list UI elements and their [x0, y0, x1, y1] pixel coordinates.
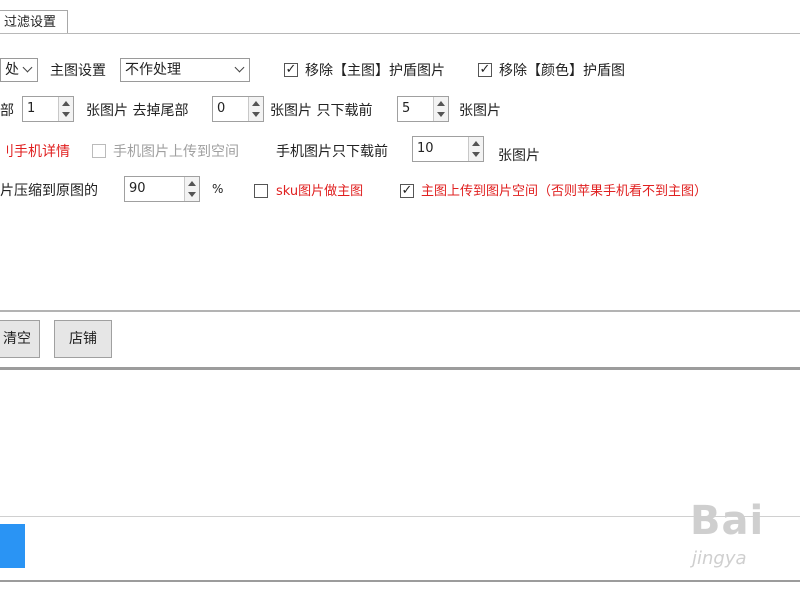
upload-main-checkbox[interactable]: ✓: [400, 184, 414, 198]
arrow-down-icon: [62, 112, 70, 117]
skip-tail-stepper[interactable]: 0: [212, 96, 264, 122]
download-limit-label: 张图片 只下载前: [270, 103, 373, 119]
mobile-upload-checkbox[interactable]: [92, 144, 106, 158]
mobile-limit-suffix: 张图片: [498, 148, 540, 164]
arrow-down-icon: [252, 112, 260, 117]
watermark-sub: jingya: [692, 548, 747, 569]
stepper-buttons[interactable]: [248, 97, 263, 121]
arrow-down-icon: [472, 152, 480, 157]
remove-color-shield-checkbox[interactable]: ✓: [478, 63, 492, 77]
compress-stepper[interactable]: 90: [124, 176, 200, 202]
check-icon: ✓: [479, 62, 491, 77]
remove-main-shield-checkbox[interactable]: ✓: [284, 63, 298, 77]
section-divider: [0, 367, 800, 370]
mobile-limit-value: 10: [417, 141, 434, 156]
mode-select-value: 处: [5, 62, 19, 78]
download-limit-stepper[interactable]: 5: [397, 96, 449, 122]
skip-tail-label: 张图片 去掉尾部: [86, 103, 189, 119]
mode-select[interactable]: 处: [0, 58, 38, 82]
download-limit-suffix: 张图片: [459, 103, 501, 119]
tab-panel-border: [0, 33, 800, 34]
tab-filter-settings[interactable]: 过滤设置: [0, 10, 68, 34]
chevron-down-icon: [234, 62, 245, 73]
main-setting-select-value: 不作处理: [125, 62, 181, 78]
stepper-buttons[interactable]: [58, 97, 73, 121]
skip-tail-value: 0: [217, 101, 226, 116]
progress-indicator: [0, 524, 25, 568]
skip-head-stepper[interactable]: 1: [22, 96, 74, 122]
bottom-border: [0, 580, 800, 582]
main-setting-select[interactable]: 不作处理: [120, 58, 250, 82]
arrow-up-icon: [437, 101, 445, 106]
main-setting-label: 主图设置: [50, 63, 106, 79]
stepper-buttons[interactable]: [468, 137, 483, 161]
shop-button[interactable]: 店铺: [54, 320, 112, 358]
compress-value: 90: [129, 181, 146, 196]
baidu-watermark: Bai jingya: [690, 490, 800, 580]
sku-main-label: sku图片做主图: [276, 184, 364, 199]
arrow-up-icon: [472, 141, 480, 146]
arrow-up-icon: [62, 101, 70, 106]
clear-button[interactable]: 清空: [0, 320, 40, 358]
mobile-limit-label: 手机图片只下载前: [276, 144, 388, 160]
remove-main-shield-label: 移除【主图】护盾图片: [305, 63, 445, 79]
remove-color-shield-label: 移除【颜色】护盾图: [499, 63, 625, 79]
check-icon: ✓: [401, 183, 413, 198]
output-area-border: [0, 516, 800, 517]
arrow-down-icon: [437, 112, 445, 117]
mobile-upload-label: 手机图片上传到空间: [113, 144, 239, 160]
stepper-buttons[interactable]: [184, 177, 199, 201]
mobile-detail-label: 刂手机详情: [0, 144, 70, 160]
check-icon: ✓: [285, 62, 297, 77]
watermark-brand: Bai: [690, 498, 765, 544]
download-limit-value: 5: [402, 101, 411, 116]
upload-main-label: 主图上传到图片空间（否则苹果手机看不到主图）: [421, 184, 708, 199]
chevron-down-icon: [22, 62, 33, 73]
section-divider: [0, 310, 800, 312]
compress-label: 片压缩到原图的: [0, 183, 98, 199]
arrow-down-icon: [188, 192, 196, 197]
skip-head-value: 1: [27, 101, 36, 116]
skip-head-label: 部: [0, 103, 14, 119]
stepper-buttons[interactable]: [433, 97, 448, 121]
mobile-limit-stepper[interactable]: 10: [412, 136, 484, 162]
arrow-up-icon: [252, 101, 260, 106]
sku-main-checkbox[interactable]: [254, 184, 268, 198]
compress-unit: %: [212, 182, 224, 196]
arrow-up-icon: [188, 181, 196, 186]
